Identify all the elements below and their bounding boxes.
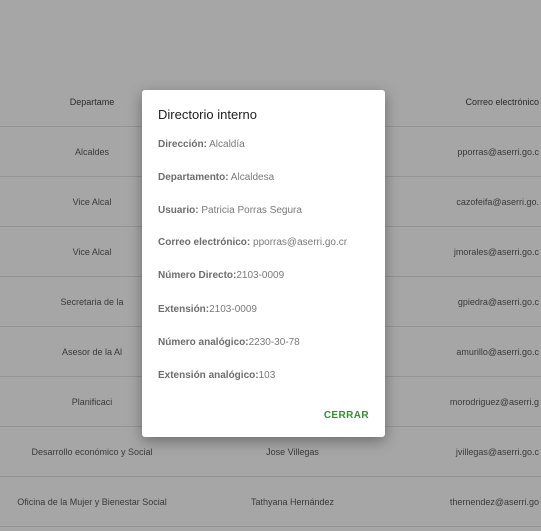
field-label: Número Directo: (158, 270, 237, 281)
field-departamento: Departamento: Alcaldesa (158, 172, 274, 183)
field-label: Extensión analógico: (158, 370, 259, 381)
field-value: pporras@aserri.go.cr (250, 237, 348, 248)
field-value: 2103-0009 (236, 270, 285, 281)
field-label: Extensión: (158, 304, 210, 315)
directory-dialog: Directorio interno Dirección: Alcaldía D… (142, 90, 385, 437)
field-value: Alcaldía (206, 139, 245, 150)
field-label: Correo electrónico: (158, 237, 251, 248)
field-label: Departamento: (158, 172, 229, 183)
field-usuario: Usuario: Patricia Porras Segura (158, 205, 302, 216)
field-extension-analogico: Extensión analógico:103 (158, 370, 275, 381)
field-value: 2230-30-78 (248, 337, 300, 348)
field-label: Usuario: (158, 205, 199, 216)
field-direccion: Dirección: Alcaldía (158, 139, 245, 150)
field-correo: Correo electrónico: pporras@aserri.go.cr (158, 237, 347, 248)
field-value: Alcaldesa (228, 172, 275, 183)
field-value: 103 (258, 370, 276, 381)
field-value: 2103-0009 (209, 304, 257, 315)
dialog-title: Directorio interno (158, 107, 257, 122)
field-value: Patricia Porras Segura (198, 205, 302, 216)
field-numero-directo: Número Directo:2103-0009 (158, 270, 284, 281)
field-numero-analogico: Número analógico:2230-30-78 (158, 337, 300, 348)
field-label: Dirección: (158, 139, 207, 150)
close-button[interactable]: CERRAR (320, 408, 373, 423)
field-label: Número analógico: (158, 337, 249, 348)
field-extension: Extensión:2103-0009 (158, 304, 257, 315)
